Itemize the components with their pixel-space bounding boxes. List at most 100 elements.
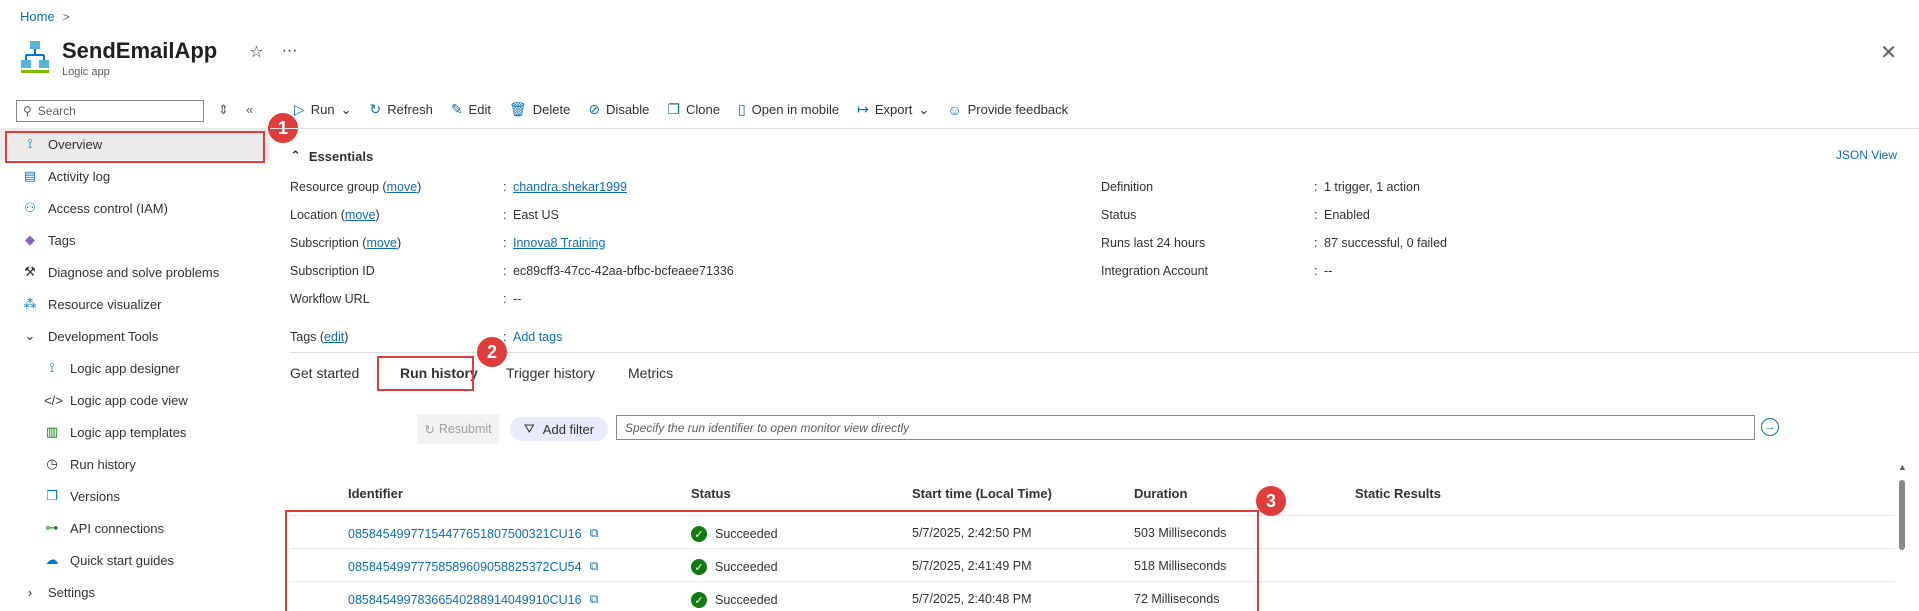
chevron-down-icon: ⌄ bbox=[340, 101, 352, 117]
add-tags-link[interactable]: Add tags bbox=[513, 330, 562, 344]
column-header-static-results[interactable]: Static Results bbox=[1355, 486, 1441, 501]
workflow-url-value: -- bbox=[513, 292, 522, 306]
tab-metrics[interactable]: Metrics bbox=[628, 365, 687, 381]
move-link[interactable]: move bbox=[345, 208, 376, 222]
tab-get-started[interactable]: Get started bbox=[290, 365, 386, 381]
sidebar-item-label: Development Tools bbox=[48, 328, 159, 344]
column-header-duration[interactable]: Duration bbox=[1134, 486, 1187, 501]
toolbar-divider bbox=[270, 128, 1919, 129]
edit-button[interactable]: ✎ Edit bbox=[451, 101, 491, 118]
clone-icon: ❐ bbox=[667, 101, 680, 117]
refresh-label: Refresh bbox=[387, 102, 433, 117]
sort-icon[interactable]: ⇕ bbox=[218, 102, 229, 118]
search-input[interactable]: ⚲ Search bbox=[16, 100, 204, 122]
pencil-icon: ✎ bbox=[450, 101, 463, 117]
sidebar-item-tags[interactable]: ◆ Tags bbox=[0, 224, 270, 256]
sidebar-item-label: API connections bbox=[70, 520, 164, 536]
essentials-label: Definition bbox=[1101, 180, 1154, 194]
resubmit-icon: ↻ bbox=[424, 422, 435, 437]
disable-button[interactable]: ⊘ Disable bbox=[588, 101, 649, 118]
sidebar-item-versions[interactable]: ❐ Versions bbox=[0, 480, 270, 512]
tab-trigger-history[interactable]: Trigger history bbox=[506, 365, 618, 381]
templates-icon: ▥ bbox=[45, 424, 59, 439]
sidebar-item-run-history[interactable]: ◷ Run history bbox=[0, 448, 270, 480]
tag-icon: ◆ bbox=[25, 232, 35, 247]
sidebar-item-logic-app-designer[interactable]: ⟟ Logic app designer bbox=[0, 352, 270, 384]
edit-tags-link[interactable]: edit bbox=[324, 330, 344, 344]
open-in-mobile-button[interactable]: ▯ Open in mobile bbox=[738, 101, 839, 118]
code-icon: </> bbox=[44, 392, 63, 408]
clone-button[interactable]: ❐ Clone bbox=[667, 101, 720, 118]
logic-app-icon bbox=[21, 41, 49, 73]
clone-label: Clone bbox=[685, 102, 720, 117]
column-header-start-time[interactable]: Start time (Local Time) bbox=[912, 486, 1052, 501]
sidebar-item-label: Access control (IAM) bbox=[48, 200, 168, 216]
sidebar-item-logic-app-templates[interactable]: ▥ Logic app templates bbox=[0, 416, 270, 448]
integration-account-value: -- bbox=[1324, 264, 1333, 278]
resource-group-link[interactable]: chandra.shekar1999 bbox=[513, 180, 627, 194]
breadcrumb: Home > bbox=[20, 9, 70, 24]
chevron-right-icon: > bbox=[62, 9, 70, 24]
column-header-identifier[interactable]: Identifier bbox=[348, 486, 403, 501]
scroll-up-icon[interactable]: ▲ bbox=[1898, 462, 1907, 472]
sidebar-item-resource-visualizer[interactable]: ⁂ Resource visualizer bbox=[0, 288, 270, 320]
api-icon: ⊶ bbox=[45, 520, 59, 535]
sidebar-item-quick-start-guides[interactable]: ☁ Quick start guides bbox=[0, 544, 270, 576]
sidebar-item-label: Diagnose and solve problems bbox=[48, 264, 220, 280]
resubmit-button[interactable]: ↻ Resubmit bbox=[417, 414, 499, 444]
essentials-label: Tags (edit) bbox=[290, 330, 349, 344]
essentials-toggle[interactable]: ⌃ Essentials bbox=[290, 148, 373, 164]
close-icon[interactable]: ✕ bbox=[1880, 40, 1897, 65]
search-icon: ⚲ bbox=[23, 104, 32, 118]
sidebar-item-label: Versions bbox=[70, 488, 120, 504]
run-button[interactable]: ▷ Run ⌄ bbox=[294, 101, 352, 118]
page-title: SendEmailApp bbox=[62, 38, 218, 63]
chevron-down-icon: ⌄ bbox=[918, 101, 930, 117]
location-value: East US bbox=[513, 208, 559, 222]
annotation-highlight-overview bbox=[5, 131, 265, 163]
sidebar-item-logic-app-code-view[interactable]: </> Logic app code view bbox=[0, 384, 270, 416]
sidebar-group-development-tools[interactable]: ⌄ Development Tools bbox=[0, 320, 270, 352]
breadcrumb-home-link[interactable]: Home bbox=[20, 9, 55, 24]
designer-icon: ⟟ bbox=[49, 360, 55, 375]
chevron-up-icon: ⌃ bbox=[290, 148, 301, 163]
versions-icon: ❐ bbox=[46, 488, 58, 503]
collapse-sidebar-icon[interactable]: « bbox=[246, 102, 253, 117]
tab-bar: Get started Run history Trigger history … bbox=[290, 365, 697, 381]
essentials-label: Runs last 24 hours bbox=[1101, 236, 1206, 250]
refresh-button[interactable]: ↻ Refresh bbox=[370, 101, 433, 118]
sidebar-item-diagnose[interactable]: ⚒ Diagnose and solve problems bbox=[0, 256, 270, 288]
search-placeholder: Search bbox=[37, 104, 76, 118]
sidebar-item-label: Logic app code view bbox=[70, 392, 188, 408]
sidebar-item-label: Logic app designer bbox=[70, 360, 180, 376]
sidebar-item-iam[interactable]: ⚇ Access control (IAM) bbox=[0, 192, 270, 224]
command-bar: ▷ Run ⌄ ↻ Refresh ✎ Edit 🗑 Delete ⊘ Disable ❐ C… bbox=[294, 101, 1068, 118]
move-link[interactable]: move bbox=[387, 180, 418, 194]
add-filter-label: Add filter bbox=[542, 421, 595, 437]
export-icon: ↦ bbox=[857, 101, 869, 117]
subscription-link[interactable]: Innova8 Training bbox=[513, 236, 605, 250]
go-arrow-icon[interactable]: → bbox=[1761, 418, 1779, 436]
delete-button[interactable]: 🗑 Delete bbox=[509, 101, 570, 118]
sidebar-item-label: Resource visualizer bbox=[48, 296, 162, 312]
table-scrollbar[interactable]: ▲ bbox=[1897, 462, 1907, 611]
essentials-heading: Essentials bbox=[308, 148, 374, 164]
move-link[interactable]: move bbox=[366, 236, 397, 250]
provide-feedback-button[interactable]: ☺ Provide feedback bbox=[947, 102, 1068, 118]
star-icon[interactable]: ☆ bbox=[249, 42, 263, 62]
sidebar-item-label: Activity log bbox=[48, 168, 111, 184]
sidebar-item-activity-log[interactable]: ▤ Activity log bbox=[0, 160, 270, 192]
sidebar-item-api-connections[interactable]: ⊶ API connections bbox=[0, 512, 270, 544]
add-filter-button[interactable]: ⛛ Add filter bbox=[510, 417, 608, 441]
export-button[interactable]: ↦ Export ⌄ bbox=[857, 101, 929, 118]
json-view-link[interactable]: JSON View bbox=[1836, 148, 1897, 162]
chevron-down-icon: ⌄ bbox=[24, 328, 36, 343]
essentials-label: Resource group (move) bbox=[290, 180, 422, 194]
more-options-icon[interactable]: ··· bbox=[282, 42, 298, 62]
essentials-label: Status bbox=[1101, 208, 1137, 222]
column-header-status[interactable]: Status bbox=[691, 486, 731, 501]
disable-label: Disable bbox=[606, 102, 650, 117]
sidebar-group-settings[interactable]: › Settings bbox=[0, 576, 270, 608]
run-identifier-input[interactable]: Specify the run identifier to open monit… bbox=[616, 415, 1755, 440]
scrollbar-thumb[interactable] bbox=[1899, 480, 1905, 550]
